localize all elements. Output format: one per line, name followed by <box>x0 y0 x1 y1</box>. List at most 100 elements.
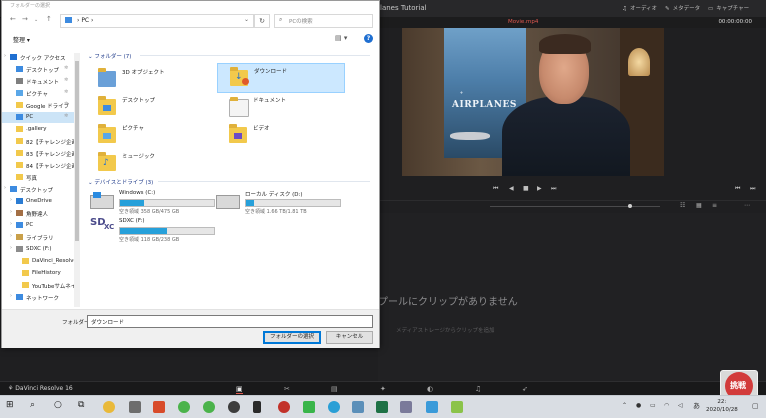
pin-icon[interactable]: ✲ <box>64 65 68 71</box>
expand-chevron-icon[interactable]: › <box>10 209 12 215</box>
nav-item[interactable]: ドキュメント ✲ <box>2 76 76 87</box>
ime-indicator[interactable]: あ <box>693 401 700 411</box>
tray-chevron-icon[interactable]: ⌃ <box>622 402 627 409</box>
jog-handle[interactable] <box>628 204 632 208</box>
drive-item[interactable]: Windows (C:) 空き領域 358 GB/475 GB <box>82 189 222 219</box>
up-arrow-icon[interactable]: ↑ <box>46 15 52 23</box>
nav-item[interactable]: YouTubeサムネイル <box>2 280 80 291</box>
record-icon[interactable] <box>278 401 290 413</box>
notification-icon[interactable]: ▢ <box>752 402 759 410</box>
phone-icon[interactable] <box>253 401 261 413</box>
nav-item[interactable]: › OneDrive <box>2 196 76 207</box>
network-tray-icon[interactable]: ▭ <box>650 402 656 409</box>
pin-icon[interactable]: ✲ <box>64 89 68 95</box>
view-options-icon[interactable]: ▤ ▾ <box>335 34 347 42</box>
grid-view-icon[interactable]: ▦ <box>696 202 702 209</box>
search-input[interactable]: ⌕ PCの検索 <box>274 14 373 28</box>
fairlight-page-icon[interactable]: ♫ <box>475 385 481 393</box>
search-icon[interactable]: ⌕ <box>30 400 35 410</box>
deliver-page-icon[interactable]: ➶ <box>522 385 528 393</box>
nav-item[interactable]: › ライブラリ <box>2 232 76 243</box>
nav-item[interactable]: 83【チャレンジ企画 <box>2 148 77 159</box>
settings-icon[interactable] <box>129 401 141 413</box>
nav-item[interactable]: › ネットワーク <box>2 292 76 303</box>
expand-chevron-icon[interactable]: › <box>10 197 12 203</box>
source-viewer[interactable]: ✈ AIRPLANES <box>402 28 664 176</box>
folder-item-selected[interactable]: ↓ ダウンロード <box>217 63 345 93</box>
nav-item[interactable]: DaVinci_Resolve <box>2 256 77 267</box>
taskbar-clock[interactable]: 22: 2020/10/28 <box>706 398 738 414</box>
nav-item[interactable]: 84【チャレンジ企画 <box>2 160 77 171</box>
drives-group-header[interactable]: ⌄ デバイスとドライブ (3) <box>88 178 370 186</box>
forward-arrow-icon[interactable]: → <box>22 15 28 23</box>
history-chevron-icon[interactable]: ⌄ <box>34 17 38 23</box>
nav-scrollbar[interactable] <box>74 53 80 307</box>
nav-item[interactable]: › PC <box>2 220 76 231</box>
nav-item[interactable]: .gallery <box>2 124 76 135</box>
tab-capture[interactable]: ▭ キャプチャー <box>708 4 749 12</box>
next-clip-icon[interactable]: ⏭ <box>750 185 755 193</box>
refresh-button[interactable]: ↻ <box>254 14 270 28</box>
skip-end-icon[interactable]: ⏭ <box>551 185 556 193</box>
media-page-icon[interactable]: ▣ <box>236 385 243 394</box>
folder-field[interactable]: ダウンロード <box>87 315 373 328</box>
fusion-page-icon[interactable]: ✦ <box>380 385 386 393</box>
select-folder-button[interactable]: フォルダーの選択 <box>263 331 321 344</box>
nav-item[interactable]: ピクチャ ✲ <box>2 88 76 99</box>
edit-page-icon[interactable]: ▤ <box>331 385 338 393</box>
chevron-down-icon[interactable]: ⌄ <box>244 16 249 23</box>
jog-bar[interactable]: ☷ ▦ ≡ ⋯ <box>380 200 766 214</box>
folders-group-header[interactable]: ⌄ フォルダー (7) <box>88 52 370 60</box>
nav-item[interactable]: › SDXC (F:) <box>2 244 76 255</box>
folder-item[interactable]: ピクチャ <box>86 121 212 149</box>
tab-audio[interactable]: ♫ オーディオ <box>622 4 657 12</box>
drive-item[interactable]: ローカル ディスク (D:) 空き領域 1.66 TB/1.81 TB <box>208 189 348 219</box>
help-icon[interactable]: ? <box>364 34 373 43</box>
prev-clip-icon[interactable]: ⏮ <box>735 185 740 193</box>
expand-chevron-icon[interactable]: › <box>4 185 6 191</box>
expand-chevron-icon[interactable]: › <box>10 233 12 239</box>
nav-item[interactable]: 写真 <box>2 172 76 183</box>
davinci-icon[interactable] <box>228 401 240 413</box>
nav-item[interactable]: › クイック アクセス <box>2 52 76 63</box>
folder-item[interactable]: 3D オブジェクト <box>86 65 212 93</box>
wifi-icon[interactable]: ◠ <box>664 402 669 409</box>
nav-item[interactable]: › 角野達人 <box>2 208 76 219</box>
filter-icon[interactable]: ≡ <box>712 202 717 209</box>
folder-item[interactable]: ドキュメント <box>217 93 343 121</box>
expand-chevron-icon[interactable]: › <box>10 221 12 227</box>
more-icon[interactable]: ⋯ <box>744 202 750 209</box>
start-icon[interactable]: ⊞ <box>6 400 14 410</box>
photos-icon[interactable] <box>426 401 438 413</box>
expand-chevron-icon[interactable]: › <box>10 245 12 251</box>
nav-item[interactable]: 82【チャレンジ企画 <box>2 136 77 147</box>
media-pool[interactable]: プールにクリップがありません メディアストレージからクリップを追加 <box>378 213 766 383</box>
expand-chevron-icon[interactable]: › <box>10 293 12 299</box>
telegram-icon[interactable] <box>328 401 340 413</box>
app-icon[interactable] <box>352 401 364 413</box>
pin-icon[interactable]: ✲ <box>64 113 68 119</box>
play-icon[interactable]: ▶ <box>537 185 542 192</box>
pen-icon[interactable] <box>451 401 463 413</box>
nav-item[interactable]: PC ✲ <box>2 112 76 123</box>
nav-item[interactable]: デスクトップ ✲ <box>2 64 76 75</box>
folder-item[interactable]: デスクトップ <box>86 93 212 121</box>
nav-scroll-thumb[interactable] <box>75 61 79 241</box>
pin-icon[interactable]: ✲ <box>64 77 68 83</box>
cut-page-icon[interactable]: ✂ <box>284 385 290 393</box>
tab-metadata[interactable]: ✎ メタデータ <box>665 4 700 12</box>
organize-button[interactable]: 整理 ▾ <box>13 35 30 44</box>
files-icon[interactable] <box>400 401 412 413</box>
color-page-icon[interactable]: ◐ <box>427 385 433 393</box>
cancel-button[interactable]: キャンセル <box>326 331 373 344</box>
expand-chevron-icon[interactable]: › <box>4 53 6 59</box>
play-reverse-icon[interactable]: ◀ <box>509 185 514 192</box>
breadcrumb[interactable]: › PC › <box>77 17 93 24</box>
back-arrow-icon[interactable]: ← <box>10 15 16 23</box>
stop-icon[interactable]: ■ <box>523 185 529 192</box>
volume-icon[interactable]: ◁ <box>678 402 683 409</box>
folder-item[interactable]: ビデオ <box>217 121 343 149</box>
task-view-icon[interactable]: ⧉ <box>78 400 84 410</box>
cortana-icon[interactable]: ○ <box>54 400 62 410</box>
microphone-icon[interactable]: ● <box>636 402 641 409</box>
